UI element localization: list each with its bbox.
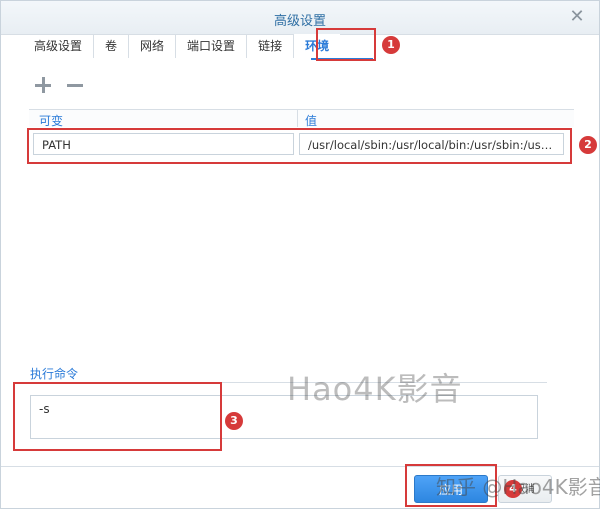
tab-bar: 高级设置 卷 网络 端口设置 链接 环境 [23, 34, 341, 58]
remove-variable-button[interactable] [65, 75, 85, 95]
watermark-footer: 知乎 @Hao4K影音 [436, 475, 600, 499]
grid-toolbar [33, 75, 85, 95]
footer-divider [1, 466, 599, 467]
tab-port-settings[interactable]: 端口设置 [176, 34, 248, 58]
title-bar: 高级设置 ✕ [1, 1, 599, 35]
plus-icon [35, 84, 51, 87]
annotation-box-command-input [13, 382, 222, 451]
advanced-settings-dialog: 高级设置 ✕ 高级设置 卷 网络 端口设置 链接 环境 可变 值 PATH /u… [0, 0, 600, 509]
watermark-center: Hao4K影音 [287, 370, 463, 408]
tab-network[interactable]: 网络 [129, 34, 177, 58]
tab-advanced-settings[interactable]: 高级设置 [23, 34, 95, 58]
dialog-title: 高级设置 [273, 14, 326, 29]
annotation-badge-1: 1 [382, 36, 400, 54]
execute-command-label: 执行命令 [30, 367, 79, 381]
annotation-badge-3: 3 [225, 412, 243, 430]
annotation-box-path-row [27, 128, 572, 164]
close-icon[interactable]: ✕ [567, 7, 587, 27]
environment-grid-header: 可变 值 [29, 109, 574, 129]
annotation-badge-2: 2 [579, 136, 597, 154]
tab-volume[interactable]: 卷 [94, 34, 130, 58]
tab-links[interactable]: 链接 [247, 34, 295, 58]
minus-icon [67, 84, 83, 87]
annotation-box-environment-tab [316, 28, 376, 61]
add-variable-button[interactable] [33, 75, 53, 95]
column-divider [297, 110, 298, 128]
